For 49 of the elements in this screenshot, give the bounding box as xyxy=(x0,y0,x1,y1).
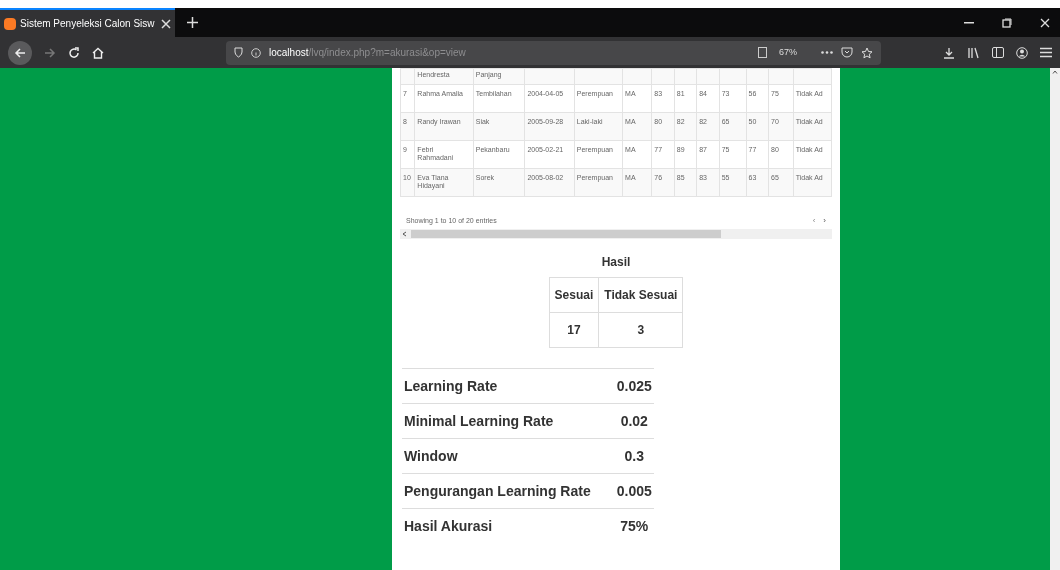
new-tab-icon[interactable] xyxy=(187,17,198,28)
parameter-value: 0.3 xyxy=(624,447,644,464)
minimize-icon[interactable] xyxy=(964,21,974,24)
star-icon[interactable] xyxy=(861,46,873,59)
favicon-icon xyxy=(4,17,16,30)
scroll-up-icon[interactable] xyxy=(1052,70,1058,74)
close-icon[interactable] xyxy=(1040,17,1050,28)
library-icon[interactable] xyxy=(967,46,980,59)
parameter-label: Pengurangan Learning Rate xyxy=(404,482,591,499)
parameter-label: Window xyxy=(404,447,458,464)
sidebar-icon[interactable] xyxy=(992,47,1004,58)
table-cell: 3 xyxy=(598,312,683,348)
parameter-value: 0.025 xyxy=(616,377,652,394)
url-host: localhost xyxy=(269,47,309,58)
column-header: Tidak Sesuai xyxy=(598,277,683,313)
address-bar[interactable]: localhost/lvq/index.php?m=akurasi&op=view 67% xyxy=(226,40,881,65)
home-icon[interactable] xyxy=(92,46,104,59)
forward-icon[interactable] xyxy=(44,46,56,59)
more-icon[interactable] xyxy=(821,51,833,54)
parameter-value: 0.005 xyxy=(616,482,652,499)
pocket-icon[interactable] xyxy=(841,47,853,58)
column-header: Sesuai xyxy=(549,277,599,313)
vertical-scrollbar[interactable] xyxy=(1050,68,1060,570)
reload-icon[interactable] xyxy=(68,46,80,59)
back-arrow-icon xyxy=(14,46,26,59)
account-icon[interactable] xyxy=(1016,46,1028,59)
info-icon xyxy=(251,47,261,58)
next-page-button[interactable]: › xyxy=(823,215,826,227)
scroll-left-icon[interactable] xyxy=(402,231,407,237)
parameter-value: 75% xyxy=(620,517,649,534)
previous-page-button[interactable]: ‹ xyxy=(812,215,816,227)
section-title: Hasil xyxy=(600,254,632,271)
table-cell: 17 xyxy=(549,312,599,348)
close-icon[interactable] xyxy=(161,18,171,29)
parameter-label: Minimal Learning Rate xyxy=(404,412,554,429)
browser-tab[interactable]: Sistem Penyeleksi Calon Sisw xyxy=(0,8,175,37)
url-path: /lvq/index.php?m=akurasi&op=view xyxy=(308,47,466,58)
parameter-label: Hasil Akurasi xyxy=(404,517,493,534)
zoom-level[interactable]: 67% xyxy=(775,45,801,60)
back-button[interactable] xyxy=(8,40,32,65)
parameter-value: 0.02 xyxy=(620,412,648,429)
restore-icon[interactable] xyxy=(1002,17,1012,28)
menu-icon[interactable] xyxy=(1040,47,1052,58)
download-icon[interactable] xyxy=(943,46,955,59)
parameter-label: Learning Rate xyxy=(404,377,498,394)
reader-view-icon[interactable] xyxy=(758,47,767,58)
horizontal-scrollbar[interactable] xyxy=(400,229,832,239)
shield-icon xyxy=(234,47,243,58)
tab-title: Sistem Penyeleksi Calon Sisw xyxy=(20,17,156,31)
